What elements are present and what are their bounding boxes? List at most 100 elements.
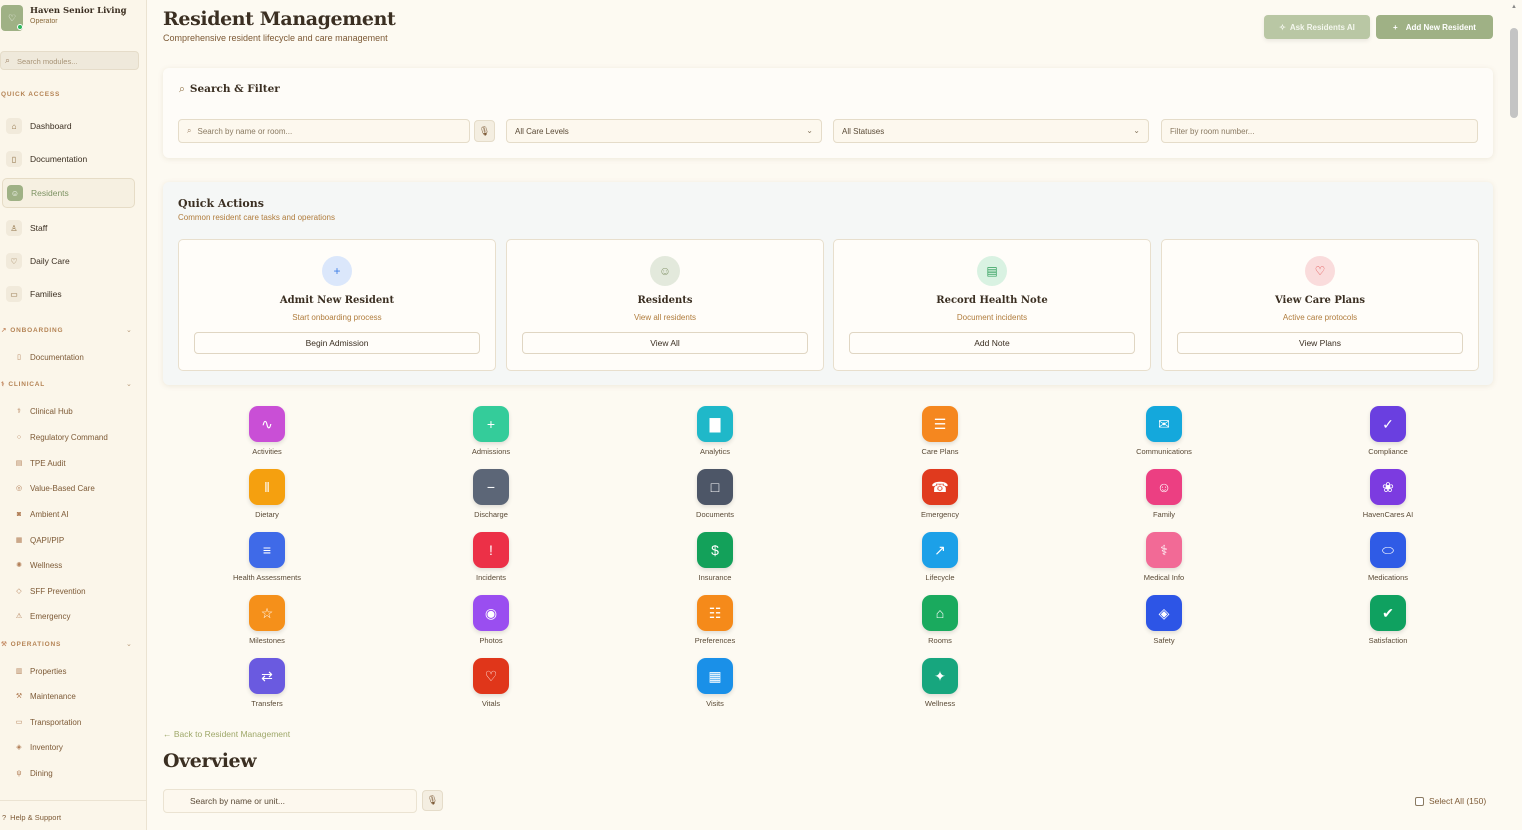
module-admissions[interactable]: + Admissions xyxy=(431,406,551,464)
module-family[interactable]: ☺ Family xyxy=(1104,469,1224,527)
module-preferences[interactable]: ☷ Preferences xyxy=(655,595,775,653)
module-transfers[interactable]: ⇄ Transfers xyxy=(207,658,327,716)
module-medications[interactable]: ⬭ Medications xyxy=(1328,532,1448,590)
module-documents[interactable]: □ Documents xyxy=(655,469,775,527)
wellness-icon: ✦ xyxy=(922,658,958,694)
room-number-input[interactable]: Filter by room number... xyxy=(1161,119,1478,143)
module-label: Wellness xyxy=(924,699,956,708)
module-satisfaction[interactable]: ✔ Satisfaction xyxy=(1328,595,1448,653)
sidebar-item-staff[interactable]: ♙ Staff xyxy=(2,213,135,243)
scroll-up-arrow[interactable]: ▲ xyxy=(1510,4,1518,12)
module-visits[interactable]: ▦ Visits xyxy=(655,658,775,716)
module-dietary[interactable]: ‖ Dietary xyxy=(207,469,327,527)
page-scrollbar[interactable] xyxy=(1510,28,1518,118)
module-havencares-ai[interactable]: ❀ HavenCares AI xyxy=(1328,469,1448,527)
module-medical-info[interactable]: ⚕ Medical Info xyxy=(1104,532,1224,590)
module-label: Insurance xyxy=(698,573,732,582)
sidebar-item-tpe-audit[interactable]: ▤ TPE Audit xyxy=(14,455,66,471)
quick-action-button[interactable]: View Plans xyxy=(1177,332,1463,354)
sidebar-item-qapi-pip[interactable]: ▦ QAPI/PIP xyxy=(14,532,65,548)
home-icon: ⌂ xyxy=(6,118,22,134)
module-milestones[interactable]: ☆ Milestones xyxy=(207,595,327,653)
user-check-icon: ♙ xyxy=(6,220,22,236)
module-activities[interactable]: ∿ Activities xyxy=(207,406,327,464)
help-circle-icon: ? xyxy=(2,813,7,822)
voice-search-button[interactable]: 🎙 xyxy=(474,120,495,142)
transfers-icon: ⇄ xyxy=(249,658,285,694)
sidebar-item-value-based-care[interactable]: ◎ Value-Based Care xyxy=(14,480,95,496)
care-level-select[interactable]: All Care Levels ⌄ xyxy=(506,119,822,143)
module-analytics[interactable]: ▇ Analytics xyxy=(655,406,775,464)
sidebar-search-input[interactable] xyxy=(17,54,135,68)
module-lifecycle[interactable]: ↗ Lifecycle xyxy=(880,532,1000,590)
sidebar-item-wellness[interactable]: ✺ Wellness xyxy=(14,557,62,573)
online-status-dot xyxy=(17,24,23,30)
module-incidents[interactable]: ! Incidents xyxy=(431,532,551,590)
quick-action-button[interactable]: View All xyxy=(522,332,808,354)
sidebar-item-documentation[interactable]: ▯ Documentation xyxy=(2,144,135,174)
sidebar-item-label: QAPI/PIP xyxy=(30,535,65,545)
resident-search-input[interactable]: ⌕ Search by name or room... xyxy=(178,119,470,143)
status-select[interactable]: All Statuses ⌄ xyxy=(833,119,1149,143)
sidebar-item-dashboard[interactable]: ⌂ Dashboard xyxy=(2,111,135,141)
plus-icon: + xyxy=(1393,22,1398,32)
quick-action-name: View Care Plans xyxy=(1274,295,1366,306)
module-communications[interactable]: ✉ Communications xyxy=(1104,406,1224,464)
chevron-down-icon[interactable]: ⌄ xyxy=(126,380,132,388)
module-label: Satisfaction xyxy=(1368,636,1408,645)
section-label-onboarding[interactable]: ↗ ONBOARDING xyxy=(1,326,63,334)
chevron-down-icon[interactable]: ⌄ xyxy=(126,326,132,334)
add-new-resident-button[interactable]: + Add New Resident xyxy=(1376,15,1493,39)
module-discharge[interactable]: − Discharge xyxy=(431,469,551,527)
search-placeholder: Search by name or room... xyxy=(197,126,293,136)
book-icon: ▯ xyxy=(17,354,21,361)
sidebar-item-regulatory-command[interactable]: ○ Regulatory Command xyxy=(14,429,108,445)
module-wellness[interactable]: ✦ Wellness xyxy=(880,658,1000,716)
quick-action-button[interactable]: Begin Admission xyxy=(194,332,480,354)
chevron-down-icon[interactable]: ⌄ xyxy=(126,640,132,648)
module-vitals[interactable]: ♡ Vitals xyxy=(431,658,551,716)
module-label: Lifecycle xyxy=(925,573,955,582)
activities-icon: ∿ xyxy=(249,406,285,442)
module-safety[interactable]: ◈ Safety xyxy=(1104,595,1224,653)
sidebar-item-label: Clinical Hub xyxy=(30,406,73,416)
help-support-link[interactable]: ? Help & Support xyxy=(2,813,61,822)
module-compliance[interactable]: ✓ Compliance xyxy=(1328,406,1448,464)
sidebar-item-transportation[interactable]: ▭ Transportation xyxy=(14,714,82,730)
module-health-assessments[interactable]: ≡ Health Assessments xyxy=(207,532,327,590)
sidebar-item-ambient-ai[interactable]: ◙ Ambient AI xyxy=(14,506,69,522)
sidebar-item-maintenance[interactable]: ⚒ Maintenance xyxy=(14,688,76,704)
select-all-checkbox[interactable]: Select All (150) xyxy=(1415,796,1486,806)
sidebar-item-families[interactable]: ▭ Families xyxy=(2,279,135,309)
sidebar-search[interactable]: ⌕ xyxy=(0,51,139,70)
checkbox[interactable] xyxy=(1415,796,1424,806)
sidebar-item-residents[interactable]: ☺ Residents xyxy=(2,178,135,208)
sidebar-item-properties[interactable]: ▥ Properties xyxy=(14,663,67,679)
module-label: Health Assessments xyxy=(233,573,301,582)
sidebar-item-emergency[interactable]: ⚠ Emergency xyxy=(14,608,71,624)
module-emergency[interactable]: ☎ Emergency xyxy=(880,469,1000,527)
overview-voice-search-button[interactable]: 🎙 xyxy=(422,790,443,811)
chevron-left-icon[interactable]: ‹ xyxy=(121,8,125,20)
module-insurance[interactable]: $ Insurance xyxy=(655,532,775,590)
sidebar-item-onboarding-documentation[interactable]: ▯ Documentation xyxy=(14,349,84,365)
ask-residents-ai-button[interactable]: ✧ Ask Residents AI xyxy=(1264,15,1370,39)
sidebar-item-dining[interactable]: ψ Dining xyxy=(14,765,53,781)
module-care-plans[interactable]: ☰ Care Plans xyxy=(880,406,1000,464)
overview-search-input[interactable]: Search by name or unit... xyxy=(163,789,417,813)
quick-action-button[interactable]: Add Note xyxy=(849,332,1135,354)
section-label-clinical[interactable]: ⚕ CLINICAL xyxy=(1,380,45,388)
sidebar-item-inventory[interactable]: ◈ Inventory xyxy=(14,739,63,755)
sidebar-item-clinical-hub[interactable]: ⚕ Clinical Hub xyxy=(14,403,73,419)
sidebar-item-daily-care[interactable]: ♡ Daily Care xyxy=(2,246,135,276)
milestones-icon: ☆ xyxy=(249,595,285,631)
sidebar-item-sff-prevention[interactable]: ◇ SFF Prevention xyxy=(14,583,85,599)
back-to-resident-management-link[interactable]: ← Back to Resident Management xyxy=(163,729,290,739)
module-photos[interactable]: ◉ Photos xyxy=(431,595,551,653)
quick-action-description: Start onboarding process xyxy=(292,313,382,322)
sidebar-item-label: Families xyxy=(30,289,62,299)
users-icon: ☺ xyxy=(650,256,680,286)
overview-title: Overview xyxy=(163,750,257,772)
section-label-operations[interactable]: ⚒ OPERATIONS xyxy=(1,640,61,648)
module-rooms[interactable]: ⌂ Rooms xyxy=(880,595,1000,653)
